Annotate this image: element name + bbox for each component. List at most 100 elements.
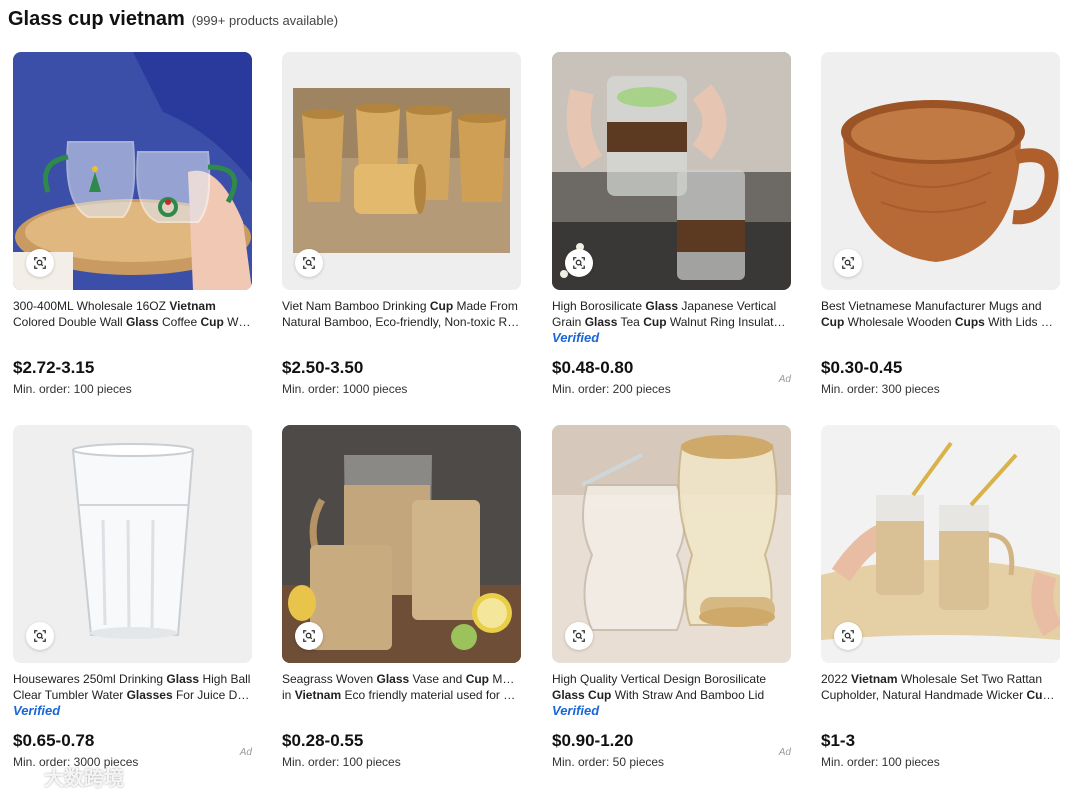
title-text: in <box>282 688 295 702</box>
title-text: Vase and <box>409 672 466 686</box>
image-search-icon <box>573 630 585 642</box>
verified-badge: Verified <box>13 703 61 718</box>
title-text: Cupholder, Natural Handmade Wicker <box>821 688 1027 702</box>
product-price: $0.30-0.45 <box>821 358 903 377</box>
min-order: Min. order: 100 pieces <box>821 755 940 769</box>
title-text: Eco friendly material used for home <box>341 688 521 702</box>
product-title[interactable]: Housewares 250ml Drinking Glass High Bal… <box>13 671 252 703</box>
keyword-highlight: Glass <box>552 688 585 702</box>
product-title-line: High Borosilicate Glass Japanese Vertica… <box>552 298 791 314</box>
product-title-line: 300-400ML Wholesale 16OZ Vietnam <box>13 298 252 314</box>
product-title[interactable]: Seagrass Woven Glass Vase and Cup Made in… <box>282 671 521 703</box>
keyword-highlight: Cup <box>588 688 612 702</box>
product-card[interactable]: Viet Nam Bamboo Drinking Cup Made From Na… <box>282 52 521 402</box>
ad-label: Ad <box>778 747 791 758</box>
product-title[interactable]: Viet Nam Bamboo Drinking Cup Made From Na… <box>282 298 521 330</box>
keyword-highlight: Glass <box>125 315 159 329</box>
product-title-line: Natural Bamboo, Eco-friendly, Non-toxic … <box>282 314 521 330</box>
title-text: Seagrass Woven <box>282 672 377 686</box>
search-header: Glass cup vietnam (999+ products availab… <box>8 8 338 31</box>
min-order: Min. order: 50 pieces <box>552 755 665 769</box>
title-text: 2022 <box>821 672 852 686</box>
product-image[interactable] <box>282 52 521 290</box>
keyword-highlight: Cup <box>821 315 845 329</box>
keyword-highlight: Glass <box>645 299 679 313</box>
product-image[interactable] <box>13 52 252 290</box>
ad-label: Ad <box>239 747 252 758</box>
keyword-highlight: Cup <box>1026 688 1050 702</box>
keyword-highlight: Glass <box>166 672 200 686</box>
verified-badge: Verified <box>552 703 600 718</box>
image-search-icon <box>842 630 854 642</box>
product-card[interactable]: Seagrass Woven Glass Vase and Cup Made in… <box>282 425 521 775</box>
image-search-button[interactable] <box>295 249 323 277</box>
title-text: Clear Tumbler Water <box>13 688 127 702</box>
product-card[interactable]: Best Vietnamese Manufacturer Mugs and Cup… <box>821 52 1060 402</box>
product-title-line: 2022 Vietnam Wholesale Set Two Rattan <box>821 671 1060 687</box>
keyword-highlight: Cup <box>643 315 667 329</box>
product-price: $0.65-0.78 <box>13 731 95 750</box>
image-search-icon <box>303 630 315 642</box>
title-text: With Straw And Bamboo Lid <box>611 688 765 702</box>
min-order: Min. order: 100 pieces <box>13 382 132 396</box>
product-card[interactable]: 300-400ML Wholesale 16OZ Vietnam Colored … <box>13 52 252 402</box>
image-search-button[interactable] <box>834 622 862 650</box>
keyword-highlight: Glass <box>376 672 410 686</box>
title-text: Viet Nam Bamboo Drinking <box>282 299 430 313</box>
title-text: Grain <box>552 315 585 329</box>
product-image[interactable] <box>552 52 791 290</box>
product-card[interactable]: High Quality Vertical Design Borosilicat… <box>552 425 791 775</box>
product-price: $2.72-3.15 <box>13 358 95 377</box>
product-image[interactable] <box>13 425 252 663</box>
search-title: Glass cup vietnam <box>8 8 185 30</box>
min-order: Min. order: 300 pieces <box>821 382 940 396</box>
keyword-highlight: Vietnam <box>851 672 898 686</box>
title-text: Natural Bamboo, Eco-friendly, Non-toxic … <box>282 315 521 329</box>
product-title[interactable]: 300-400ML Wholesale 16OZ Vietnam Colored … <box>13 298 252 330</box>
keyword-highlight: Cup <box>429 299 454 313</box>
title-text: Colored Double Wall <box>13 315 126 329</box>
keyword-highlight: Vietnam <box>169 299 216 313</box>
product-title-line: Cup Wholesale Wooden Cups With Lids Hand… <box>821 314 1060 330</box>
title-text: Walnut Ring Insulated Cup <box>669 315 791 329</box>
title-text: Wholesale Set Two Rattan <box>897 672 1043 686</box>
image-search-icon <box>34 257 46 269</box>
image-search-button[interactable] <box>565 622 593 650</box>
image-search-button[interactable] <box>26 249 54 277</box>
keyword-highlight: Glasses <box>126 688 173 702</box>
keyword-highlight: Cup <box>200 315 224 329</box>
watermark: 大数跨境 <box>8 762 124 791</box>
product-price: $2.50-3.50 <box>282 358 364 377</box>
product-card[interactable]: High Borosilicate Glass Japanese Vertica… <box>552 52 791 402</box>
product-title-line: Colored Double Wall Glass Coffee Cup Wit… <box>13 314 252 330</box>
product-title[interactable]: High Borosilicate Glass Japanese Vertica… <box>552 298 791 330</box>
image-search-button[interactable] <box>295 622 323 650</box>
product-card[interactable]: 2022 Vietnam Wholesale Set Two Rattan Cup… <box>821 425 1060 775</box>
keyword-highlight: Glass <box>584 315 618 329</box>
results-count: (999+ products available) <box>191 13 339 28</box>
title-text: Japanese Vertical <box>678 299 777 313</box>
title-text: Tea <box>617 315 644 329</box>
image-search-button[interactable] <box>26 622 54 650</box>
product-title[interactable]: 2022 Vietnam Wholesale Set Two Rattan Cup… <box>821 671 1060 703</box>
product-title-line: Clear Tumbler Water Glasses For Juice Dr… <box>13 687 252 703</box>
image-search-icon <box>303 257 315 269</box>
min-order: Min. order: 200 pieces <box>552 382 671 396</box>
product-title[interactable]: High Quality Vertical Design Borosilicat… <box>552 671 791 703</box>
image-search-button[interactable] <box>834 249 862 277</box>
title-text: For Juice Drinks <box>175 688 252 702</box>
product-card[interactable]: Housewares 250ml Drinking Glass High Bal… <box>13 425 252 775</box>
product-title-line: High Quality Vertical Design Borosilicat… <box>552 671 791 687</box>
product-image[interactable] <box>821 425 1060 663</box>
watermark-logo-icon <box>8 767 38 786</box>
title-text: High Quality Vertical Design Borosilicat… <box>552 672 767 686</box>
product-title-line: in Vietnam Eco friendly material used fo… <box>282 687 521 703</box>
image-search-button[interactable] <box>565 249 593 277</box>
product-image[interactable] <box>821 52 1060 290</box>
product-title[interactable]: Best Vietnamese Manufacturer Mugs and Cup… <box>821 298 1060 330</box>
image-search-icon <box>34 630 46 642</box>
product-image[interactable] <box>282 425 521 663</box>
product-image[interactable] <box>552 425 791 663</box>
product-price: $1-3 <box>821 731 856 750</box>
watermark-text: 大数跨境 <box>44 768 124 790</box>
